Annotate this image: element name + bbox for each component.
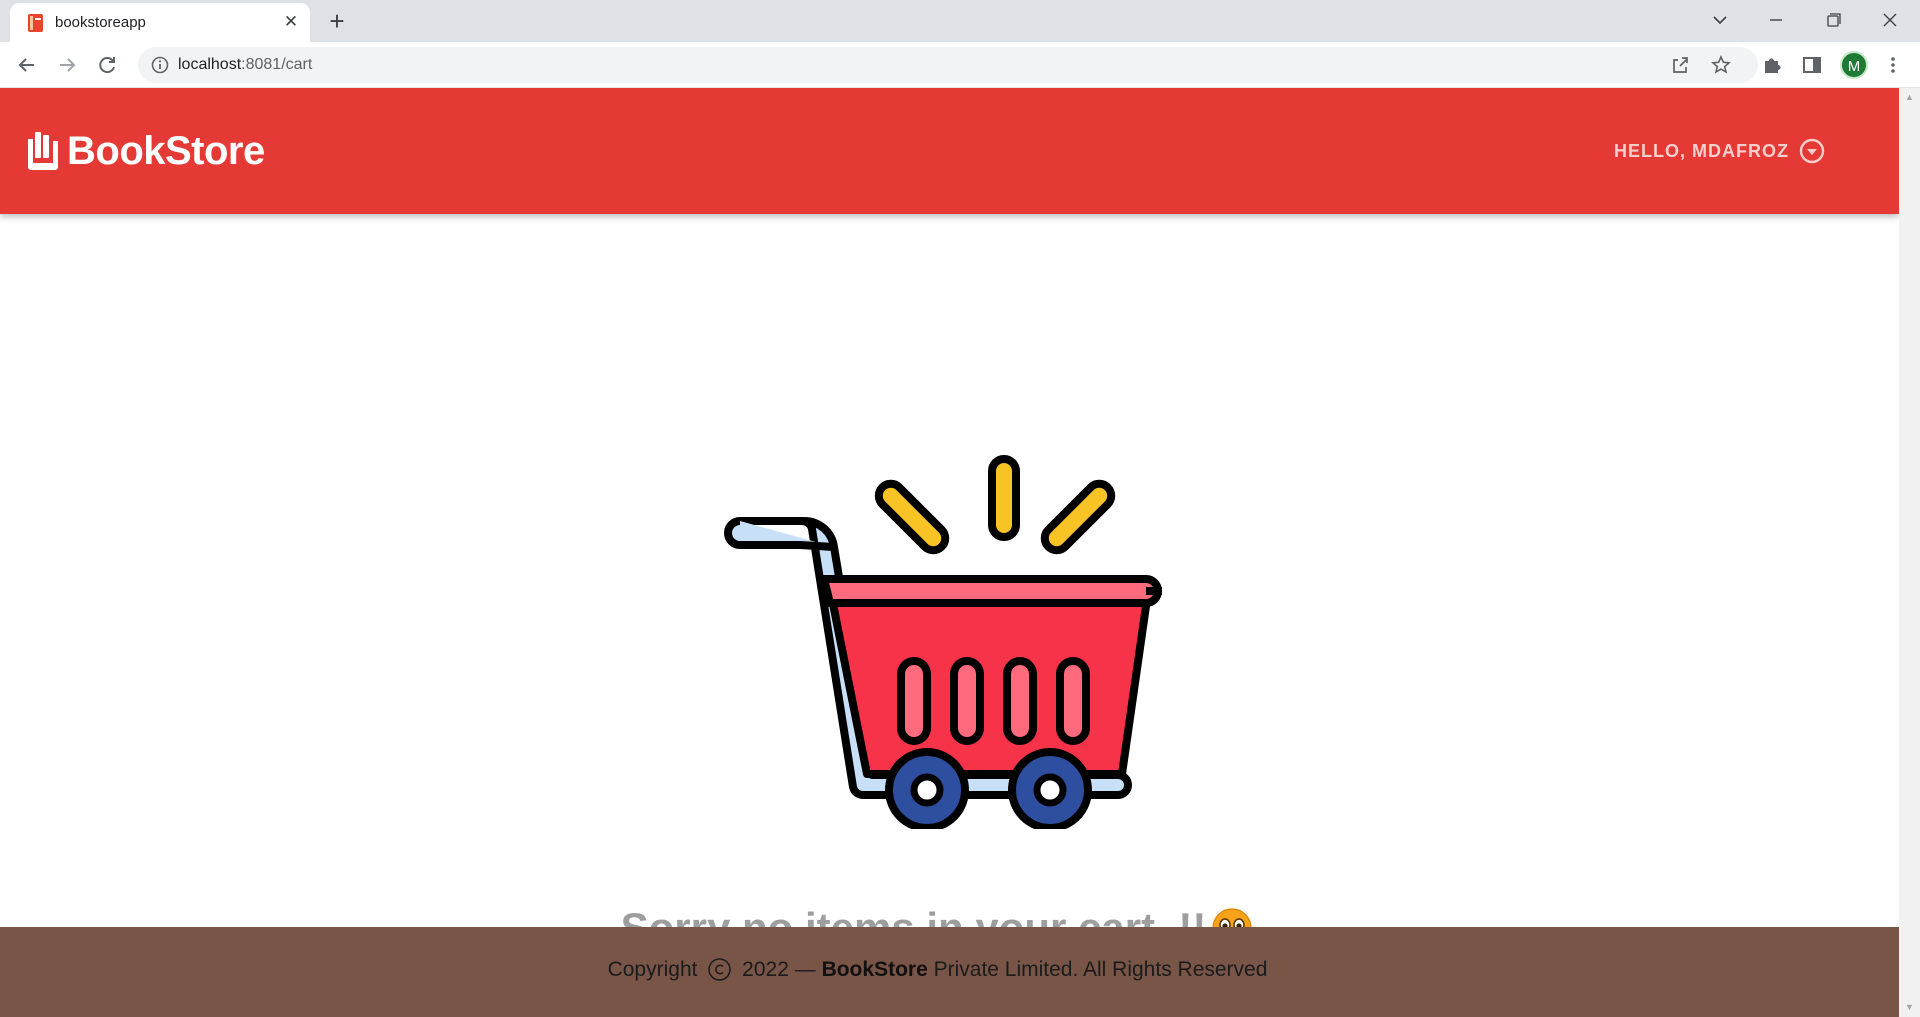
brand-name: BookStore: [67, 128, 265, 173]
chevron-down-icon[interactable]: [1700, 6, 1740, 34]
profile-avatar[interactable]: M: [1840, 51, 1868, 79]
page-scrollbar[interactable]: ▲ ▼: [1899, 88, 1920, 1017]
browser-tab[interactable]: bookstoreapp ✕: [10, 3, 310, 42]
scroll-down-icon[interactable]: ▼: [1904, 1002, 1915, 1013]
footer-brand: BookStore: [821, 958, 928, 981]
close-icon[interactable]: ✕: [280, 11, 302, 33]
plus-icon[interactable]: +: [324, 8, 350, 35]
site-header: BookStore HELLO, MDAFROZ: [0, 88, 1899, 214]
close-window-icon[interactable]: [1870, 6, 1910, 34]
user-greeting: HELLO, MDAFROZ: [1614, 140, 1789, 161]
url-host: localhost: [178, 56, 242, 73]
url-text: localhost:8081/cart: [178, 56, 312, 74]
user-menu[interactable]: HELLO, MDAFROZ: [1614, 138, 1825, 164]
url-path: :8081/cart: [241, 56, 313, 73]
puzzle-icon[interactable]: [1758, 51, 1786, 79]
tab-title: bookstoreapp: [55, 14, 146, 31]
info-icon[interactable]: [150, 55, 170, 75]
shopping-cart-icon: [724, 455, 1162, 829]
caret-down-circle-icon[interactable]: [1799, 138, 1825, 164]
empty-cart-section: Sorry no items in your cart..!!: [0, 214, 1899, 951]
side-panel-icon[interactable]: [1798, 51, 1826, 79]
book-icon: [28, 14, 43, 32]
star-icon[interactable]: [1710, 54, 1732, 76]
books-icon: [28, 132, 58, 170]
arrow-right-icon[interactable]: [53, 51, 81, 79]
arrow-left-icon[interactable]: [13, 51, 41, 79]
restore-icon[interactable]: [1813, 6, 1853, 34]
brand-logo[interactable]: BookStore: [25, 126, 265, 176]
copyright-icon: [708, 958, 732, 981]
browser-tabstrip: bookstoreapp ✕ +: [0, 0, 1920, 42]
footer-suffix: Private Limited. All Rights Reserved: [933, 958, 1268, 981]
reload-icon[interactable]: [93, 51, 121, 79]
page-viewport: BookStore HELLO, MDAFROZ Copyright 2022 …: [0, 88, 1899, 1017]
address-bar[interactable]: localhost:8081/cart: [138, 47, 1758, 83]
footer-year: 2022 —: [742, 958, 816, 981]
kebab-menu-icon[interactable]: [1879, 51, 1907, 79]
minimize-icon[interactable]: [1756, 6, 1796, 34]
site-footer: Copyright 2022 — BookStore Private Limit…: [0, 927, 1899, 1017]
browser-toolbar: localhost:8081/cart M: [0, 42, 1920, 88]
scroll-up-icon[interactable]: ▲: [1904, 92, 1915, 103]
footer-text: Copyright 2022 — BookStore Private Limit…: [0, 957, 1875, 982]
footer-prefix: Copyright: [607, 958, 698, 981]
share-icon[interactable]: [1669, 54, 1691, 76]
